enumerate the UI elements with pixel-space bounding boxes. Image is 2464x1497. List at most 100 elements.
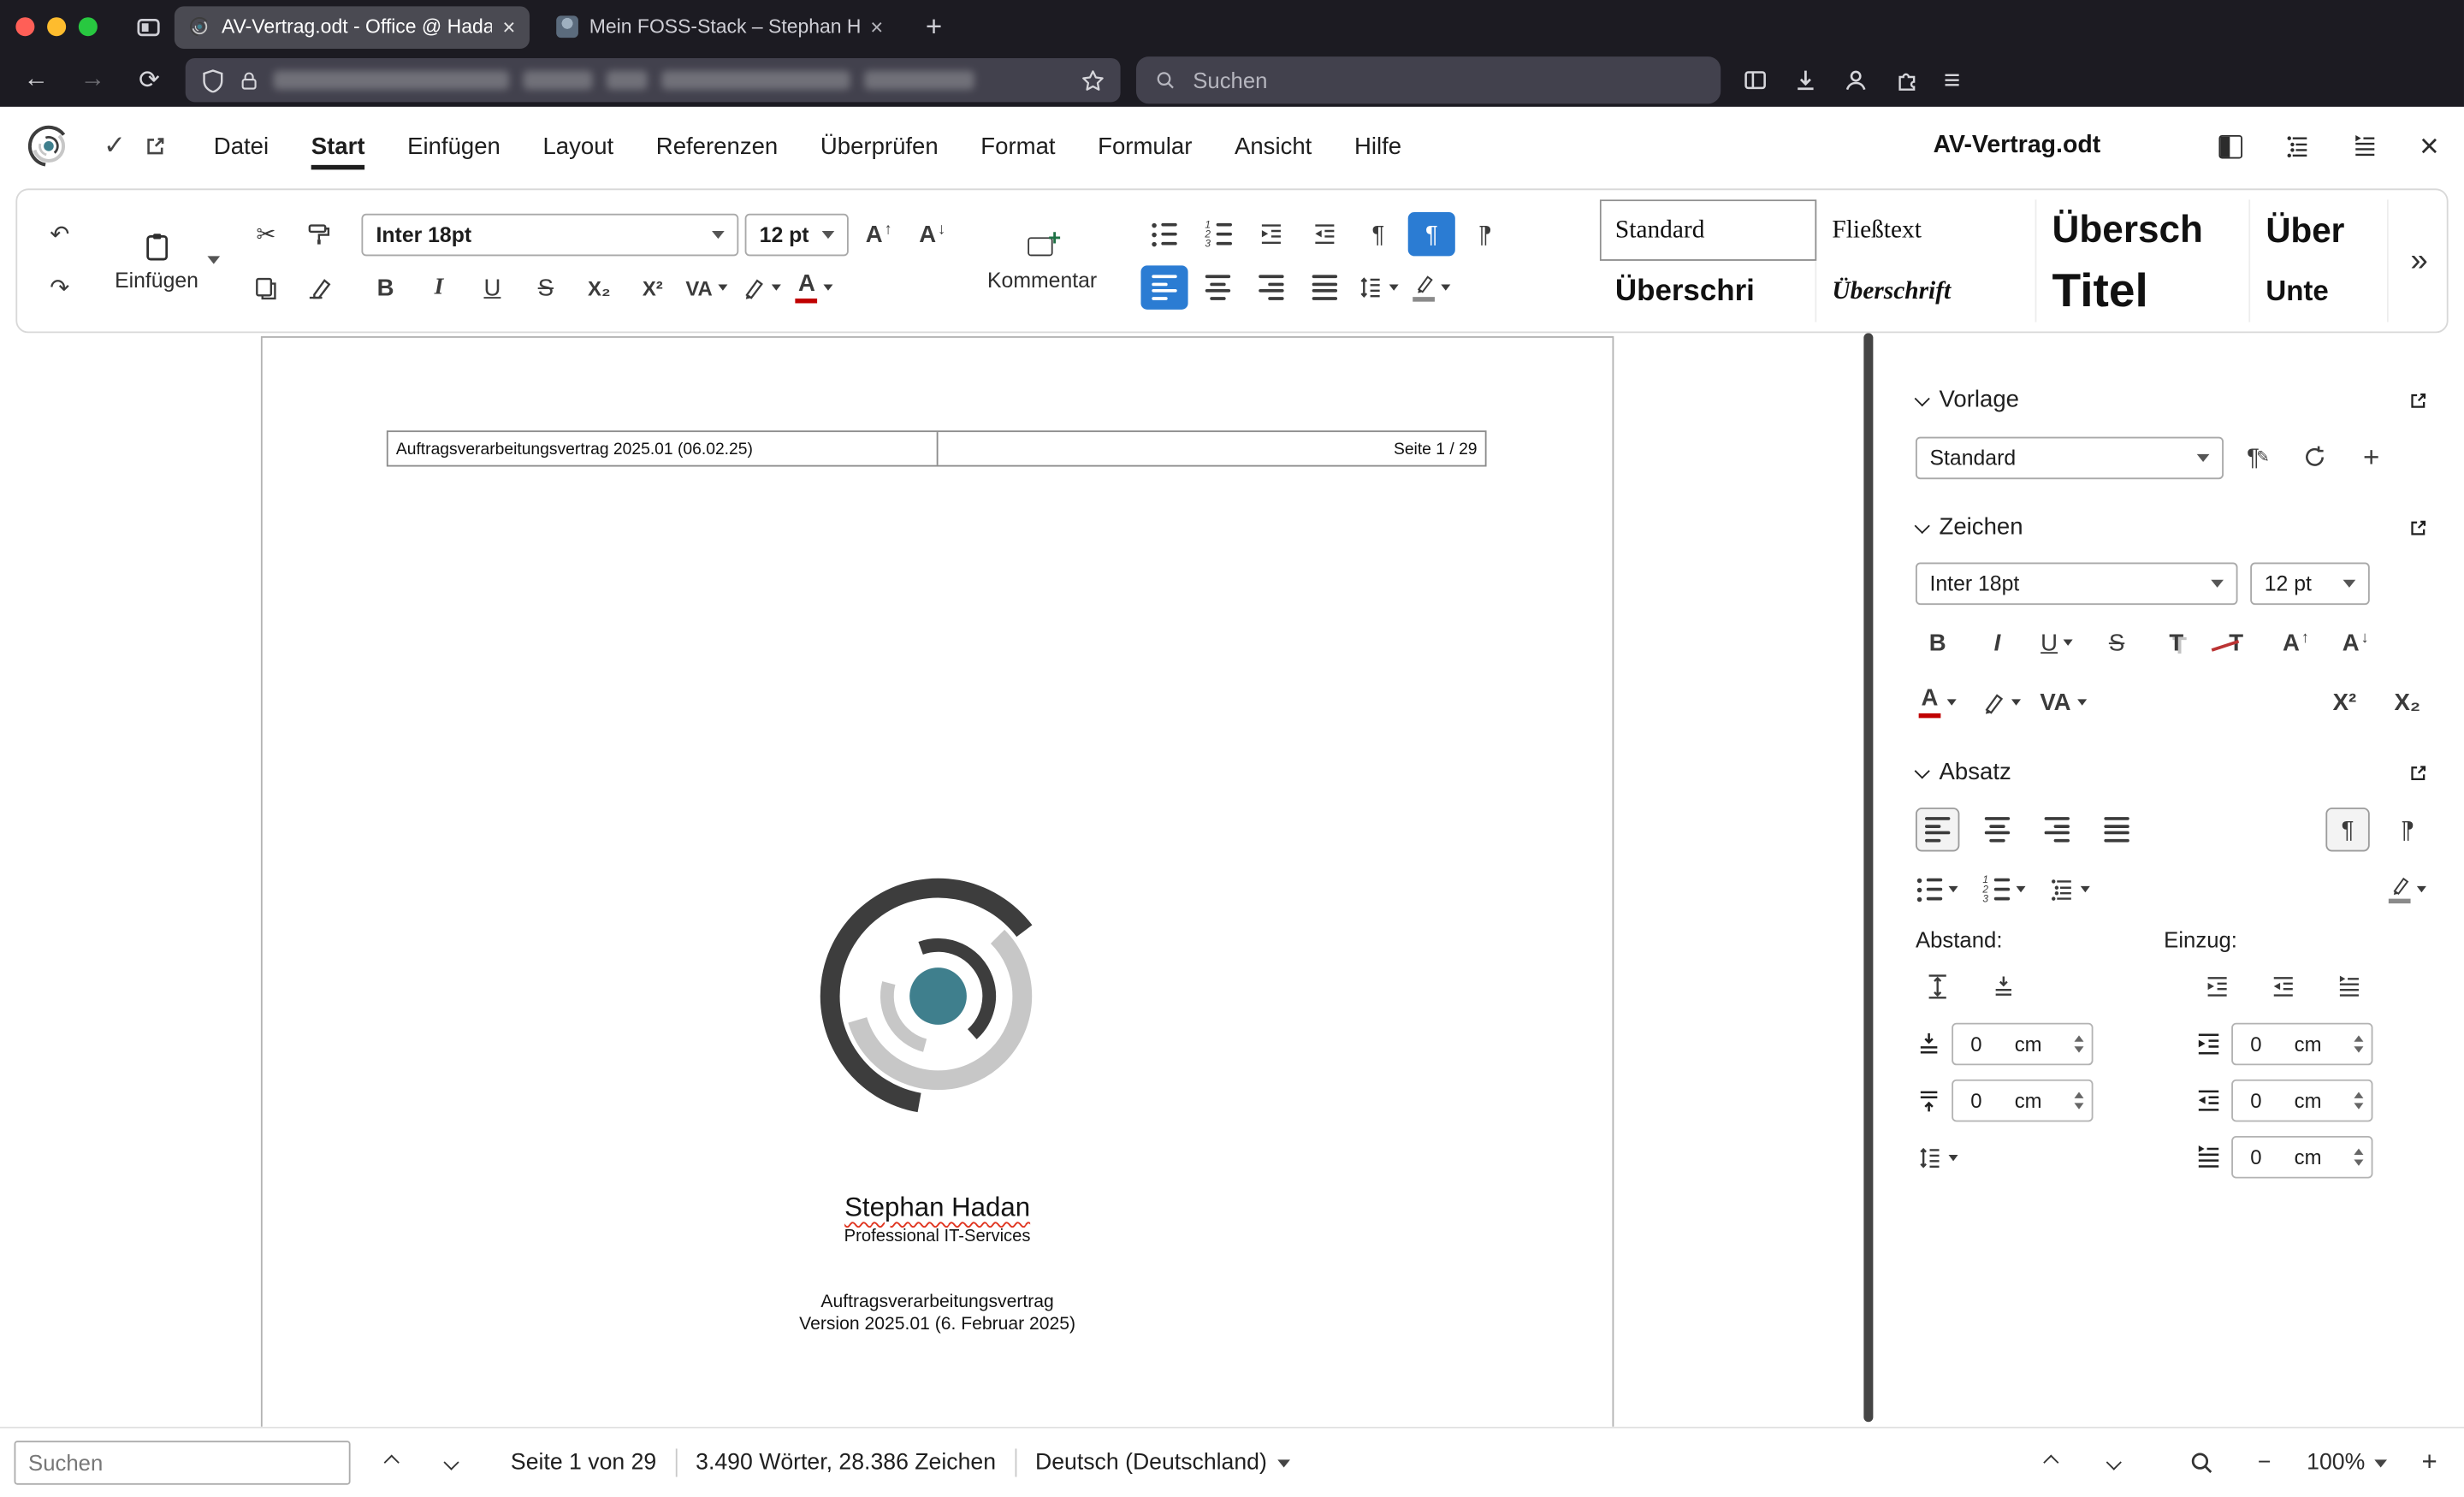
maximize-window-button[interactable] — [78, 17, 98, 37]
vertical-scrollbar[interactable] — [1863, 333, 1874, 1423]
menu-hilfe[interactable]: Hilfe — [1354, 123, 1401, 169]
menu-datei[interactable]: Datei — [214, 123, 269, 169]
indent-after-field[interactable]: cm — [2231, 1079, 2373, 1122]
font-name-combo[interactable]: Inter 18pt — [361, 212, 739, 256]
next-page-button[interactable] — [2093, 1442, 2134, 1483]
style-untertitel-cut[interactable]: Unte — [2250, 260, 2389, 322]
new-tab-button[interactable]: + — [926, 10, 942, 44]
spinner-up[interactable] — [2074, 1092, 2084, 1098]
toolbar-overflow-button[interactable]: » — [2410, 243, 2427, 279]
style-standard[interactable]: Standard — [1600, 199, 1817, 261]
style-ueberschrift-cut[interactable]: Über — [2250, 199, 2389, 261]
spinner-down[interactable] — [2074, 1103, 2084, 1109]
save-status-check-icon[interactable]: ✓ — [94, 126, 135, 167]
open-in-new-icon[interactable] — [135, 126, 176, 167]
hamburger-menu-icon[interactable]: ≡ — [1944, 63, 1960, 97]
menu-ueberpruefen[interactable]: Überprüfen — [820, 123, 939, 169]
copy-button[interactable] — [242, 265, 289, 309]
sidebar-italic-button[interactable]: I — [1975, 621, 2019, 665]
sidebar-font-color-button[interactable]: A — [1916, 680, 1959, 724]
collapse-chevron-icon[interactable] — [1914, 518, 1930, 535]
sidebar-direction-rtl-button[interactable]: ¶ — [2385, 808, 2429, 851]
style-titel[interactable]: Titel — [2036, 260, 2250, 322]
indent-first-input[interactable] — [2247, 1144, 2295, 1171]
document-search-input[interactable] — [14, 1441, 351, 1485]
sidebar-align-left-button[interactable] — [1915, 808, 1960, 852]
new-style-button[interactable]: + — [2349, 435, 2393, 479]
sidebar-toggle-icon[interactable] — [2218, 134, 2242, 158]
shrink-font-button[interactable]: A ↓ — [909, 212, 956, 256]
paste-button[interactable]: Einfügen — [102, 199, 223, 322]
comment-button[interactable]: + Kommentar — [974, 199, 1122, 322]
menu-einfuegen[interactable]: Einfügen — [407, 123, 500, 169]
font-size-combo[interactable]: 12 pt — [745, 212, 850, 256]
sidebar-bullet-list-button[interactable] — [1916, 867, 1959, 911]
sidebar-numbered-list-button[interactable]: 123 — [1981, 867, 2025, 911]
minimize-window-button[interactable] — [47, 17, 67, 37]
align-justify-button[interactable] — [1301, 265, 1348, 309]
tracking-shield-icon[interactable] — [201, 68, 225, 92]
sidebar-character-spacing-button[interactable]: VA — [2040, 680, 2085, 724]
close-tab-icon[interactable]: × — [870, 15, 883, 39]
reload-button[interactable]: ⟳ — [129, 60, 170, 101]
menu-referenzen[interactable]: Referenzen — [656, 123, 778, 169]
increase-indent-button[interactable] — [1248, 212, 1295, 256]
sidebar-highlight-button[interactable] — [1978, 680, 2022, 724]
bold-button[interactable]: B — [362, 265, 409, 309]
undo-button[interactable]: ↶ — [36, 212, 83, 256]
back-button[interactable]: ← — [15, 60, 56, 101]
close-tab-icon[interactable]: × — [502, 15, 515, 39]
firefox-view-icon[interactable] — [135, 14, 162, 40]
paragraph-background-button[interactable] — [1408, 265, 1455, 309]
collapse-chevron-icon[interactable] — [1914, 763, 1930, 779]
indent-first-field[interactable]: cm — [2231, 1135, 2373, 1179]
menu-layout[interactable]: Layout — [542, 123, 613, 169]
sidebar-line-spacing-button[interactable] — [1916, 1136, 1959, 1180]
download-icon[interactable] — [1793, 68, 1818, 92]
superscript-button[interactable]: X² — [629, 265, 676, 309]
font-color-button[interactable]: A — [791, 265, 838, 309]
zoom-level-selector[interactable]: 100% — [2307, 1450, 2387, 1476]
sidebar-direction-ltr-button[interactable]: ¶ — [2325, 808, 2370, 852]
redo-button[interactable]: ↷ — [36, 265, 83, 309]
bullet-list-button[interactable] — [1141, 212, 1188, 256]
extensions-puzzle-icon[interactable] — [1893, 68, 1918, 92]
strikethrough-button[interactable]: S — [522, 265, 569, 309]
sidebar-align-center-button[interactable] — [1975, 808, 2019, 851]
page-info[interactable]: Seite 1 von 29 — [511, 1450, 656, 1475]
update-style-button[interactable]: ¶ ✎ — [2236, 435, 2280, 479]
text-direction-ltr-button[interactable]: ¶ — [1407, 211, 1455, 257]
formatting-marks-button[interactable]: ¶ — [1354, 212, 1401, 256]
search-next-button[interactable] — [429, 1442, 470, 1483]
sidebar-bold-button[interactable]: B — [1916, 621, 1959, 665]
style-ueberschrift-italic[interactable]: Überschrift — [1816, 260, 2037, 322]
align-center-button[interactable] — [1194, 265, 1241, 309]
spinner-up[interactable] — [2354, 1035, 2364, 1042]
tab-office[interactable]: AV-Vertrag.odt - Office @ Hada × — [174, 5, 530, 49]
indent-before-input[interactable] — [2247, 1030, 2295, 1058]
menu-ansicht[interactable]: Ansicht — [1235, 123, 1312, 169]
indent-before-field[interactable]: cm — [2231, 1022, 2373, 1066]
numbered-list-button[interactable]: 123 — [1194, 212, 1241, 256]
paragraph-style-combo[interactable]: Standard — [1915, 435, 2224, 479]
menu-formular[interactable]: Formular — [1098, 123, 1192, 169]
account-icon[interactable] — [1843, 68, 1868, 92]
zoom-out-button[interactable]: − — [2244, 1442, 2285, 1483]
word-count[interactable]: 3.490 Wörter, 28.386 Zeichen — [696, 1450, 996, 1475]
sidebars-icon[interactable] — [1743, 68, 1768, 92]
sidebar-align-justify-button[interactable] — [2094, 808, 2138, 851]
close-document-icon[interactable]: × — [2420, 130, 2439, 163]
align-right-button[interactable] — [1248, 265, 1295, 309]
menu-format[interactable]: Format — [980, 123, 1055, 169]
open-dialog-icon[interactable] — [2408, 389, 2430, 411]
style-ueberschrift2[interactable]: Überschri — [1600, 260, 1817, 322]
sidebar-subscript-button[interactable]: X₂ — [2385, 680, 2429, 724]
open-dialog-icon[interactable] — [2408, 516, 2430, 538]
style-fliesstext[interactable]: Fließtext — [1816, 199, 2037, 261]
close-window-button[interactable] — [15, 17, 35, 37]
browser-search-bar[interactable] — [1135, 56, 1721, 104]
lock-icon[interactable] — [239, 70, 259, 91]
refresh-style-button[interactable] — [2293, 435, 2337, 479]
sidebar-align-right-button[interactable] — [2035, 808, 2079, 851]
text-direction-rtl-button[interactable]: ¶ — [1461, 212, 1508, 256]
